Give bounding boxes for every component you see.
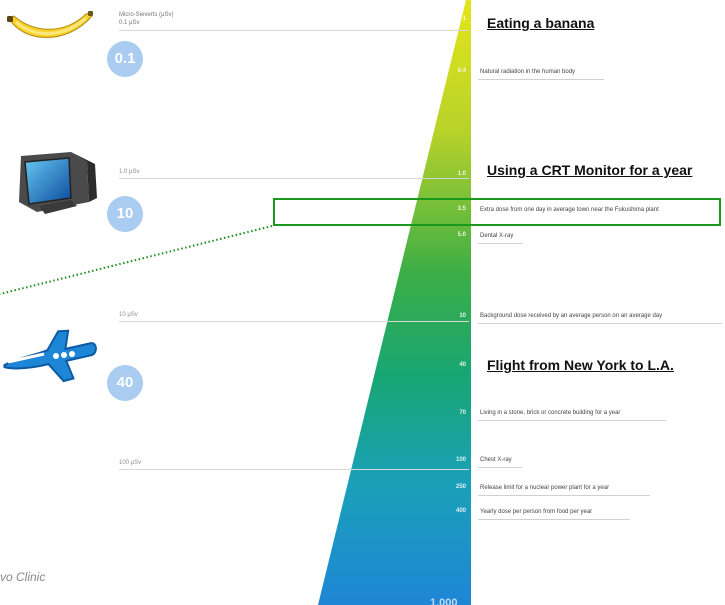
scale-header-first-value: 0.1 µSv xyxy=(119,20,140,26)
dose-wedge xyxy=(0,0,471,605)
marker-label: Yearly dose per person from food per yea… xyxy=(480,509,593,515)
crt-monitor-icon xyxy=(19,152,97,214)
label-underline xyxy=(478,323,722,324)
scale-line xyxy=(119,321,469,322)
badge-monitor: 10 xyxy=(107,196,143,232)
scale-header-title: Micro-Sieverts (µSv) xyxy=(119,12,174,18)
badge-flight: 40 xyxy=(107,365,143,401)
airplane-icon xyxy=(3,329,97,383)
source-credit: vo Clinic xyxy=(0,570,46,584)
label-underline xyxy=(478,79,604,80)
marker-value: 1 xyxy=(462,16,466,22)
banana-icon xyxy=(7,11,93,38)
label-underline xyxy=(478,420,666,421)
scale-line xyxy=(119,178,469,179)
heading-banana: Eating a banana xyxy=(487,15,595,31)
heading-monitor: Using a CRT Monitor for a year xyxy=(487,162,693,178)
scale-value-100: 100 µSv xyxy=(119,460,142,466)
marker-label: Living in a stone, brick or concrete bui… xyxy=(480,410,621,416)
marker-label: Release limit for a nuclear power plant … xyxy=(480,485,610,491)
bottom-scale-value: 1,000 xyxy=(430,597,458,605)
marker-value: 400 xyxy=(455,508,466,514)
fukushima-highlight-box xyxy=(273,198,721,226)
scale-value-1: 1.0 µSv xyxy=(119,169,140,175)
label-underline xyxy=(478,467,522,468)
marker-value: 10 xyxy=(459,313,466,319)
marker-value: 1.0 xyxy=(457,171,466,177)
marker-label: Natural radiation in the human body xyxy=(480,69,576,75)
label-underline xyxy=(478,519,630,520)
marker-value: 100 xyxy=(455,457,466,463)
scale-line xyxy=(119,469,469,470)
marker-value: 250 xyxy=(455,484,466,490)
marker-label: Chest X-ray xyxy=(480,457,512,463)
marker-value: 5.0 xyxy=(457,232,466,238)
badge-banana: 0.1 xyxy=(107,41,143,77)
marker-label: Dental X-ray xyxy=(480,233,514,239)
marker-value: 0.4 xyxy=(457,68,466,74)
marker-value: 70 xyxy=(459,410,466,416)
label-underline xyxy=(478,495,650,496)
label-underline xyxy=(478,243,523,244)
scale-value-10: 10 µSv xyxy=(119,312,138,318)
highlight-connector xyxy=(0,225,273,295)
radiation-dose-chart: Micro-Sieverts (µSv) 0.1 µSv 1.0 µSv 10 … xyxy=(0,0,725,605)
marker-label: Background dose received by an average p… xyxy=(480,313,663,319)
heading-flight: Flight from New York to L.A. xyxy=(487,357,674,373)
scale-line xyxy=(119,30,469,31)
marker-value: 40 xyxy=(459,362,466,368)
